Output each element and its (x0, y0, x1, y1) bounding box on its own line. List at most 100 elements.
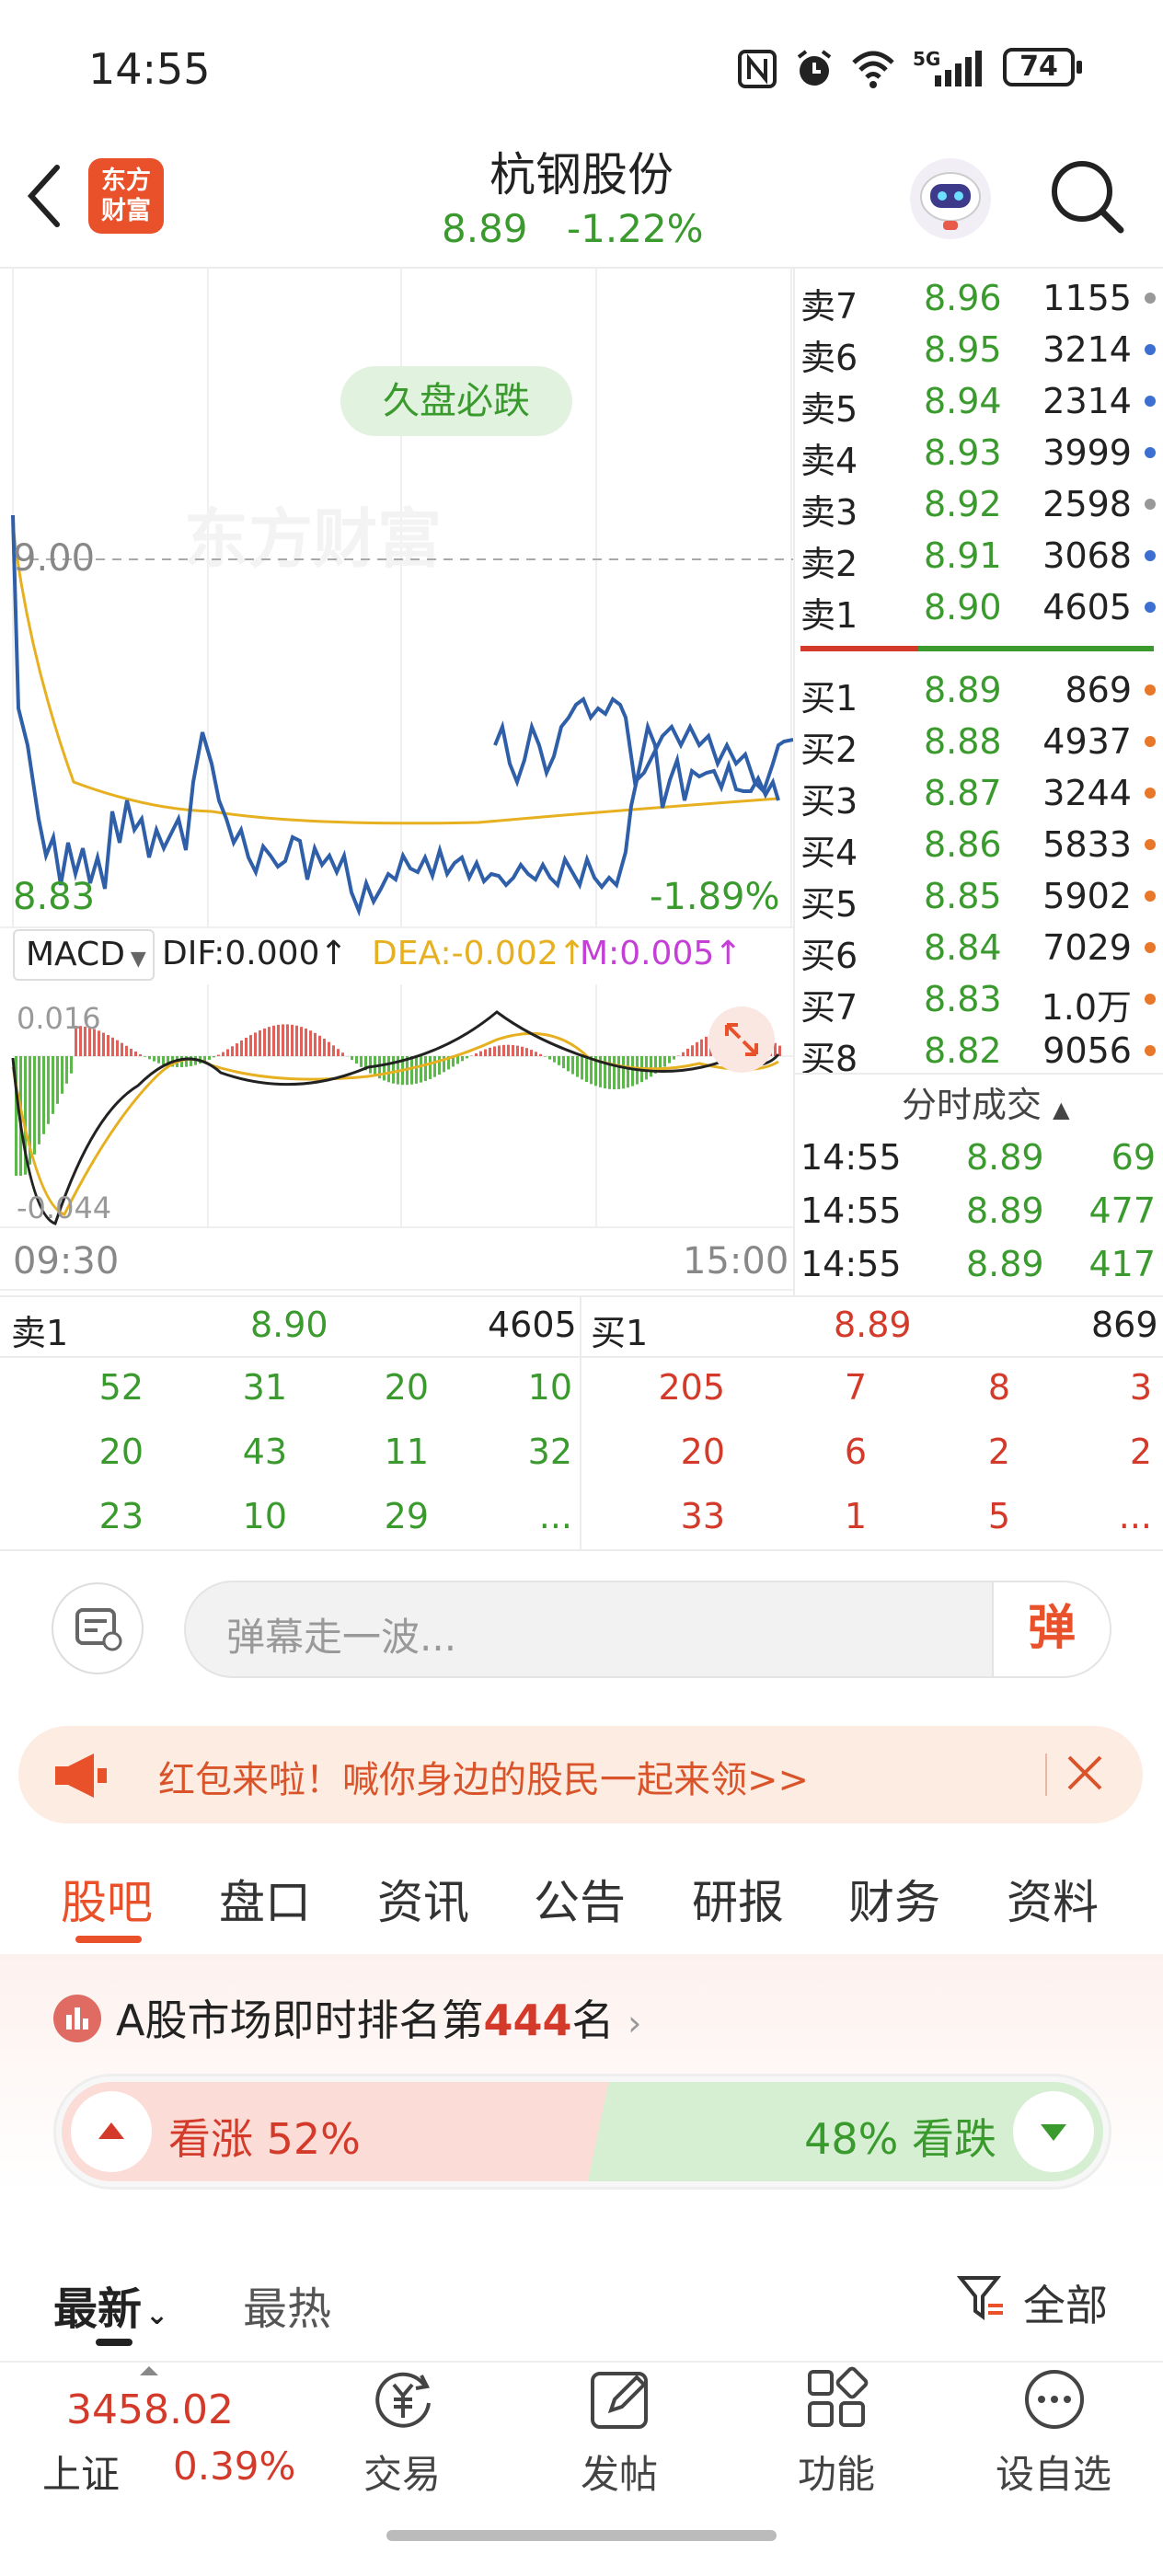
macd-bar (231, 1046, 234, 1056)
index-value[interactable]: 3458.02 (66, 2386, 234, 2433)
home-indicator[interactable] (386, 2530, 777, 2541)
macd-bar (217, 1054, 220, 1056)
tab-3[interactable]: 公告 (534, 1866, 626, 1932)
market-rank[interactable]: A股市场即时排名第444名 › (116, 1987, 641, 2048)
queue-sell-label: 卖1 (11, 1313, 69, 1353)
macd-bar (507, 1044, 510, 1056)
queue-buy-cell: 33 (680, 1496, 725, 1536)
bid-row[interactable]: 买7 8.83 1.0万 (800, 973, 1163, 1028)
chart-tag[interactable]: 久盘必跌 (340, 366, 572, 436)
queue-sell-cell: 31 (242, 1367, 287, 1408)
macd-bar (277, 1024, 280, 1056)
vote-up-button[interactable] (71, 2091, 152, 2172)
danmaku-settings-button[interactable] (52, 1582, 144, 1674)
ask-row[interactable]: 卖6 8.95 3214 (800, 324, 1163, 378)
macd-chart[interactable]: 0.016 -0.044 (0, 984, 793, 1233)
nav-watchlist[interactable]: 设自选 (985, 2366, 1123, 2504)
redpacket-banner[interactable]: 红包来啦！喊你身边的股民一起来领>> (18, 1726, 1143, 1823)
macd-bar (263, 1028, 266, 1056)
tab-5[interactable]: 财务 (848, 1866, 940, 1932)
macd-bar (328, 1041, 330, 1056)
filter-button[interactable]: 全部 (957, 2269, 1123, 2330)
sort-hot[interactable]: 最热 (243, 2272, 331, 2337)
ask-row[interactable]: 卖2 8.91 3068 (800, 530, 1163, 584)
bid-row[interactable]: 买1 8.89 869 (800, 664, 1163, 719)
bid-row[interactable]: 买5 8.85 5902 (800, 870, 1163, 925)
ask-row[interactable]: 卖5 8.94 2314 (800, 375, 1163, 430)
macd-bar (332, 1045, 335, 1056)
bid-row[interactable]: 买6 8.84 7029 (800, 922, 1163, 976)
tab-underline (75, 1936, 142, 1943)
queue-sell-cell: 20 (98, 1432, 144, 1472)
macd-bar (479, 1051, 482, 1056)
index-change-pct[interactable]: 0.39% (173, 2444, 295, 2489)
macd-bar (498, 1045, 501, 1056)
triangle-up-icon (98, 2122, 124, 2139)
macd-bar (438, 1056, 441, 1075)
queue-sell-cell: 43 (242, 1432, 287, 1472)
ask-row[interactable]: 卖3 8.92 2598 (800, 478, 1163, 533)
danmaku-input[interactable]: 弹幕走一波... 弹 (184, 1581, 1111, 1678)
grid-icon (808, 2366, 869, 2427)
indicator-select[interactable]: MACD ▼ (13, 929, 155, 981)
macd-bar (484, 1049, 487, 1056)
sort-latest[interactable]: 最新 ⌄ (53, 2272, 168, 2337)
queue-sell-cell: 20 (384, 1367, 429, 1408)
macd-bar (525, 1048, 528, 1056)
tab-1[interactable]: 盘口 (219, 1866, 311, 1932)
ask-volume: 4605 (1042, 587, 1132, 627)
bid-row[interactable]: 买8 8.82 9056 (800, 1025, 1163, 1079)
queue-buy-price: 8.89 (834, 1305, 912, 1345)
rank-chart-icon (53, 1995, 101, 2042)
ask-label: 卖3 (800, 492, 858, 533)
bid-row[interactable]: 买2 8.88 4937 (800, 716, 1163, 770)
ask-row[interactable]: 卖1 8.90 4605 (800, 581, 1163, 636)
macd-bar (259, 1029, 261, 1056)
vote-down-button[interactable] (1013, 2091, 1094, 2172)
macd-bar (521, 1046, 524, 1056)
macd-bar (571, 1056, 574, 1075)
queue-mid-divider (580, 1295, 582, 1551)
nav-post[interactable]: 发帖 (550, 2366, 688, 2504)
queue-sell-cell: 52 (98, 1367, 144, 1408)
close-icon[interactable] (1062, 1750, 1108, 1796)
trade-volume: 69 (1111, 1137, 1156, 1178)
macd-bar (107, 1035, 109, 1056)
robot-assistant-icon[interactable] (906, 155, 995, 243)
nav-functions[interactable]: 功能 (767, 2366, 905, 2504)
bid-row[interactable]: 买3 8.87 3244 (800, 767, 1163, 822)
macd-bar (240, 1040, 243, 1056)
nav-trade[interactable]: 交易 (333, 2366, 471, 2504)
bid-row[interactable]: 买4 8.86 5833 (800, 819, 1163, 873)
macd-bar (249, 1035, 252, 1056)
tab-0[interactable]: 股吧 (61, 1866, 153, 1932)
more-icon (1025, 2370, 1084, 2429)
chevron-right-icon: › (628, 2003, 642, 2043)
search-icon[interactable] (1047, 156, 1126, 236)
macd-bar (47, 1056, 50, 1124)
index-name[interactable]: 上证 (42, 2444, 120, 2500)
tab-6[interactable]: 资料 (1007, 1866, 1099, 1932)
queue-header-divider (0, 1356, 1163, 1358)
macd-bar (516, 1045, 519, 1056)
macd-bar (682, 1052, 685, 1056)
ask-row[interactable]: 卖4 8.93 3999 (800, 427, 1163, 481)
banner-text: 红包来啦！喊你身边的股民一起来领>> (158, 1759, 810, 1801)
macd-bar (116, 1040, 119, 1056)
macd-bottom-label: -0.044 (17, 1190, 111, 1225)
ask-label: 卖2 (800, 544, 858, 584)
queue-top-divider (0, 1295, 1163, 1297)
queue-sell-cell: 10 (527, 1367, 572, 1408)
macd-bar (387, 1056, 390, 1083)
macd-bar (415, 1056, 418, 1084)
battery-icon: 74 (1003, 48, 1075, 86)
ask-price: 8.93 (924, 432, 1002, 473)
ask-row[interactable]: 卖7 8.96 1155 (800, 272, 1163, 327)
danmaku-settings-icon (75, 1608, 122, 1651)
tab-4[interactable]: 研报 (692, 1866, 784, 1932)
macd-bar (309, 1030, 312, 1056)
tab-2[interactable]: 资讯 (377, 1866, 469, 1932)
trades-title[interactable]: 分时成交 ▲ (902, 1076, 1070, 1127)
danmaku-send-button[interactable]: 弹 (992, 1582, 1110, 1676)
queue-buy-cell: 2 (1129, 1432, 1152, 1472)
